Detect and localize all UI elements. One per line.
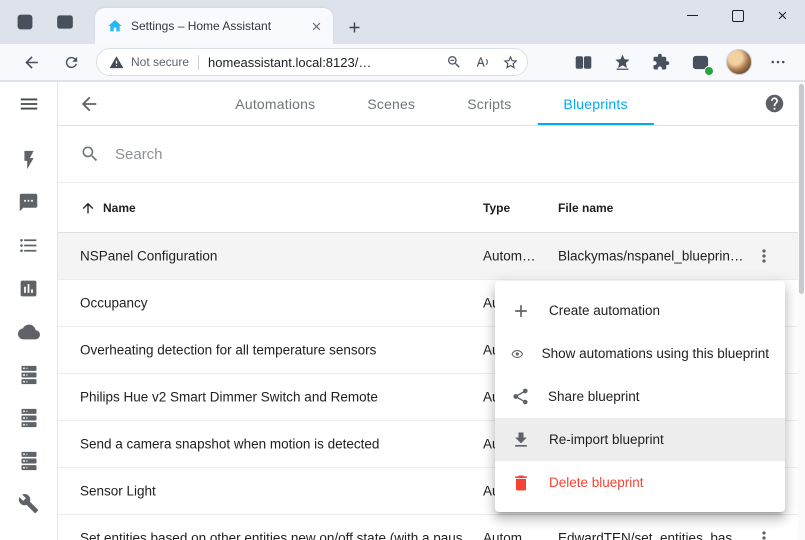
security-label[interactable]: Not secure	[131, 55, 189, 69]
server-icon[interactable]	[0, 439, 57, 482]
row-name: Occupancy	[80, 296, 148, 311]
tab-title: Settings – Home Assistant	[131, 19, 299, 33]
menu-item-reimport-blueprint[interactable]: Re-import blueprint	[495, 418, 785, 461]
back-arrow-icon[interactable]	[76, 91, 102, 117]
zoom-icon[interactable]	[441, 50, 467, 74]
window-minimize-button[interactable]	[670, 0, 715, 31]
search-placeholder: Search	[115, 146, 163, 163]
tab-blueprints[interactable]: Blueprints	[537, 82, 653, 125]
workspaces-icon[interactable]	[14, 11, 36, 33]
new-tab-button[interactable]	[343, 16, 365, 38]
row-type: Autom…	[483, 531, 549, 540]
browser-essentials-icon[interactable]	[687, 49, 713, 75]
menu-icon[interactable]	[0, 82, 57, 126]
warning-icon	[109, 55, 124, 70]
list-icon[interactable]	[0, 224, 57, 267]
address-bar[interactable]: Not secure homeassistant.local:8123/…	[96, 48, 528, 76]
menu-item-create-automation[interactable]: Create automation	[495, 289, 785, 332]
ha-nav-tabs: Automations Scenes Scripts Blueprints	[209, 82, 653, 125]
toolbar-right-icons	[570, 49, 797, 75]
menu-item-label: Create automation	[549, 303, 660, 318]
help-circle-icon[interactable]	[764, 93, 785, 114]
home-assistant-favicon	[107, 18, 123, 34]
ha-header: Automations Scenes Scripts Blueprints	[58, 82, 805, 126]
refresh-icon[interactable]	[56, 47, 86, 77]
column-header-name[interactable]: Name	[80, 200, 136, 216]
menu-item-label: Share blueprint	[548, 389, 640, 404]
more-icon[interactable]	[765, 49, 791, 75]
url-text[interactable]: homeassistant.local:8123/…	[208, 55, 441, 70]
cloud-icon[interactable]	[0, 310, 57, 353]
scrollbar[interactable]	[798, 82, 805, 540]
window-controls	[670, 0, 805, 31]
menu-item-delete-blueprint[interactable]: Delete blueprint	[495, 461, 785, 504]
row-type: Autom…	[483, 249, 549, 264]
sort-ascending-icon	[80, 200, 96, 216]
chart-box-icon[interactable]	[0, 267, 57, 310]
table-header: Name Type File name	[58, 183, 805, 233]
wrench-icon[interactable]	[0, 482, 57, 525]
tab-scenes[interactable]: Scenes	[341, 82, 441, 125]
extensions-icon[interactable]	[648, 49, 674, 75]
row-name: Philips Hue v2 Smart Dimmer Switch and R…	[80, 390, 378, 405]
favorite-star-icon[interactable]	[497, 50, 523, 74]
read-aloud-icon[interactable]	[469, 50, 495, 74]
split-screen-icon[interactable]	[570, 49, 596, 75]
back-icon[interactable]	[16, 47, 46, 77]
tab-automations[interactable]: Automations	[209, 82, 341, 125]
row-file: Blackymas/nspanel_blueprin…	[558, 249, 754, 264]
menu-item-label: Delete blueprint	[549, 475, 644, 490]
table-row[interactable]: Set entities based on other entities new…	[58, 515, 805, 540]
favorites-icon[interactable]	[609, 49, 635, 75]
share-icon	[511, 387, 530, 406]
tab-scripts[interactable]: Scripts	[441, 82, 537, 125]
search-icon	[80, 144, 100, 164]
plus-icon	[511, 301, 531, 321]
table-row[interactable]: NSPanel Configuration Autom… Blackymas/n…	[58, 233, 805, 280]
row-overflow-menu-icon[interactable]	[751, 243, 777, 269]
ha-sidebar	[0, 82, 58, 540]
menu-item-share-blueprint[interactable]: Share blueprint	[495, 375, 785, 418]
row-file: EdwardTEN/set_entities_bas…	[558, 531, 754, 540]
divider	[198, 55, 199, 70]
window-close-button[interactable]	[760, 0, 805, 31]
server-icon[interactable]	[0, 353, 57, 396]
browser-tab-strip: Settings – Home Assistant	[0, 0, 805, 44]
scrollbar-thumb[interactable]	[799, 84, 804, 294]
server-icon[interactable]	[0, 396, 57, 439]
eye-icon	[511, 344, 524, 364]
menu-item-label: Show automations using this blueprint	[542, 346, 769, 361]
row-name: Send a camera snapshot when motion is de…	[80, 437, 379, 452]
row-name: Sensor Light	[80, 484, 156, 499]
browser-toolbar: Not secure homeassistant.local:8123/…	[0, 44, 805, 81]
row-name: Set entities based on other entities new…	[80, 531, 478, 540]
window-maximize-button[interactable]	[715, 0, 760, 31]
search-input[interactable]: Search	[58, 126, 805, 183]
profile-avatar[interactable]	[726, 49, 752, 75]
blueprint-context-menu: Create automation Show automations using…	[495, 281, 785, 512]
row-overflow-menu-icon[interactable]	[751, 525, 777, 540]
row-name: Overheating detection for all temperatur…	[80, 343, 376, 358]
status-dot	[704, 66, 714, 76]
flash-icon[interactable]	[0, 138, 57, 181]
download-icon	[511, 430, 531, 450]
tab-actions-icon[interactable]	[54, 11, 76, 33]
browser-window: Settings – Home Assistant Not secure hom…	[0, 0, 805, 540]
tab-close-icon[interactable]	[307, 17, 325, 35]
menu-item-label: Re-import blueprint	[549, 432, 664, 447]
browser-tab[interactable]: Settings – Home Assistant	[95, 8, 333, 44]
row-name: NSPanel Configuration	[80, 249, 217, 264]
chat-icon[interactable]	[0, 181, 57, 224]
menu-item-show-automations[interactable]: Show automations using this blueprint	[495, 332, 785, 375]
column-header-file[interactable]: File name	[558, 201, 613, 215]
column-header-type[interactable]: Type	[483, 201, 510, 215]
trash-icon	[511, 473, 531, 493]
